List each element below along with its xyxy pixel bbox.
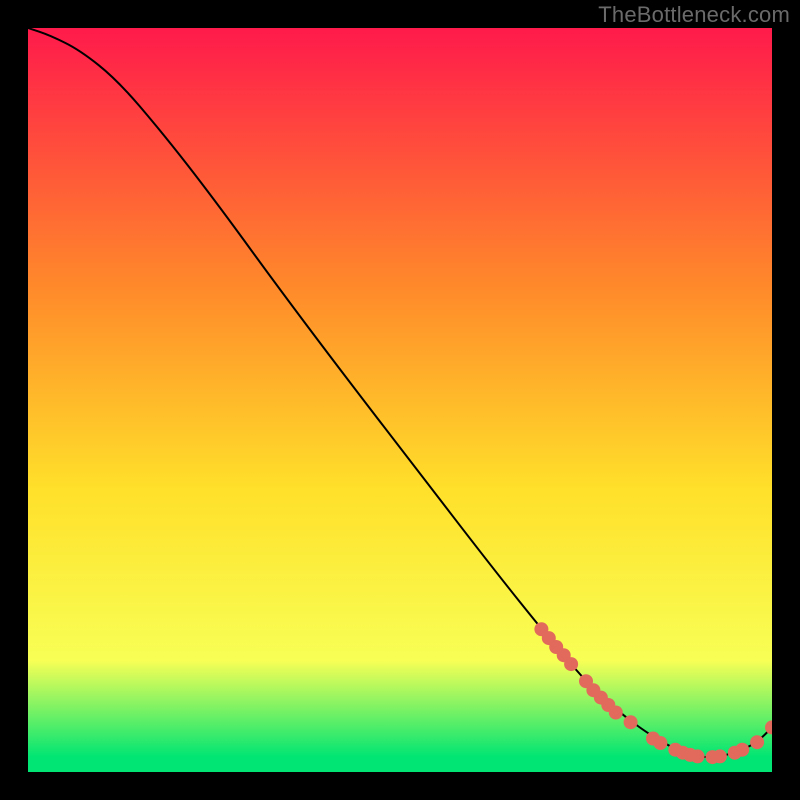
data-marker [624,715,638,729]
chart-plot-area [28,28,772,772]
data-marker [653,736,667,750]
watermark-text: TheBottleneck.com [598,2,790,28]
data-marker [713,749,727,763]
chart-stage: TheBottleneck.com [0,0,800,800]
chart-svg [28,28,772,772]
data-marker [691,749,705,763]
chart-background-gradient [28,28,772,772]
data-marker [750,735,764,749]
data-marker [609,706,623,720]
data-marker [564,657,578,671]
data-marker [735,743,749,757]
